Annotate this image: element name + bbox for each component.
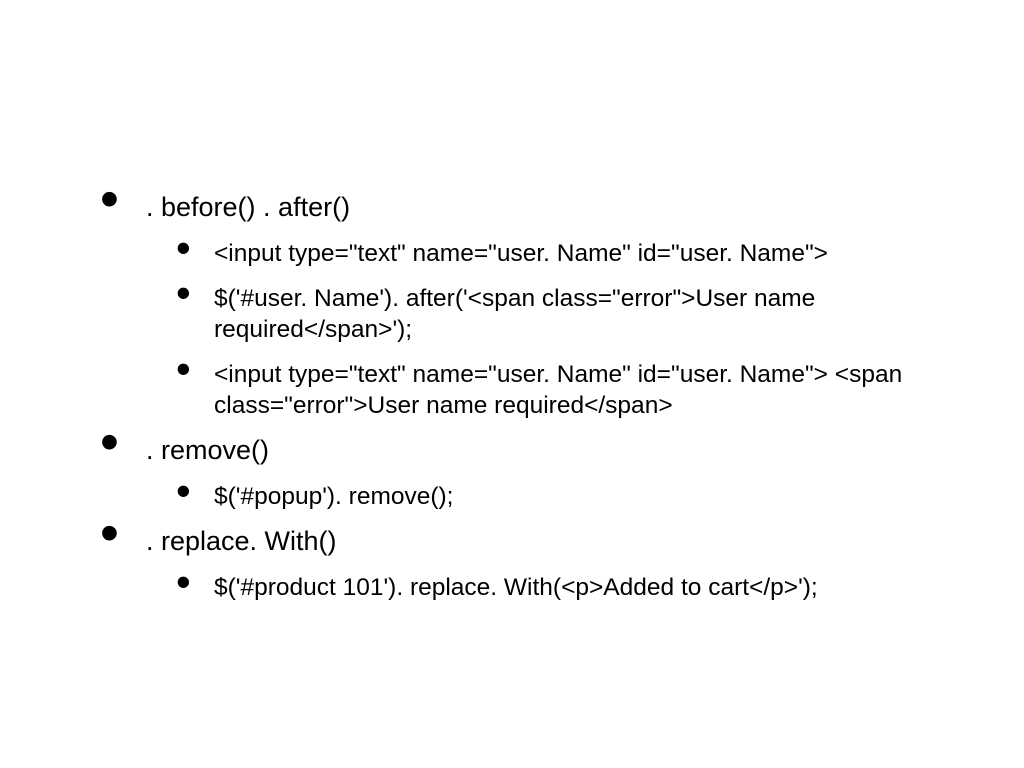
- item-remove: • . remove() • $('#popup'). remove();: [100, 431, 920, 512]
- bullet-dot: •: [176, 470, 191, 512]
- sub-item: • <input type="text" name="user. Name" i…: [176, 359, 920, 421]
- item-label: . remove(): [146, 431, 920, 467]
- bullet-dot: •: [176, 561, 191, 603]
- sub-item: • $('#product 101'). replace. With(<p>Ad…: [176, 572, 920, 603]
- sub-item-text: $('#product 101'). replace. With(<p>Adde…: [214, 572, 920, 603]
- item-before-after: • . before() . after() • <input type="te…: [100, 188, 920, 421]
- bullet-dot: •: [100, 172, 119, 226]
- bullet-dot: •: [176, 348, 191, 390]
- sub-item-text: <input type="text" name="user. Name" id=…: [214, 359, 920, 421]
- sub-item: • <input type="text" name="user. Name" i…: [176, 238, 920, 269]
- sub-item-text: <input type="text" name="user. Name" id=…: [214, 238, 920, 269]
- bullet-dot: •: [176, 227, 191, 269]
- item-label: . replace. With(): [146, 522, 920, 558]
- outer-list: • . before() . after() • <input type="te…: [100, 188, 920, 613]
- bullet-dot: •: [100, 415, 119, 469]
- sub-item: • $('#popup'). remove();: [176, 481, 920, 512]
- sub-item: • $('#user. Name'). after('<span class="…: [176, 283, 920, 345]
- item-replacewith: • . replace. With() • $('#product 101').…: [100, 522, 920, 603]
- inner-list: • $('#popup'). remove();: [146, 481, 920, 512]
- inner-list: • $('#product 101'). replace. With(<p>Ad…: [146, 572, 920, 603]
- inner-list: • <input type="text" name="user. Name" i…: [146, 238, 920, 421]
- bullet-dot: •: [100, 506, 119, 560]
- slide-content: • . before() . after() • <input type="te…: [0, 0, 1024, 768]
- bullet-dot: •: [176, 272, 191, 314]
- item-label: . before() . after(): [146, 188, 920, 224]
- sub-item-text: $('#user. Name'). after('<span class="er…: [214, 283, 920, 345]
- sub-item-text: $('#popup'). remove();: [214, 481, 920, 512]
